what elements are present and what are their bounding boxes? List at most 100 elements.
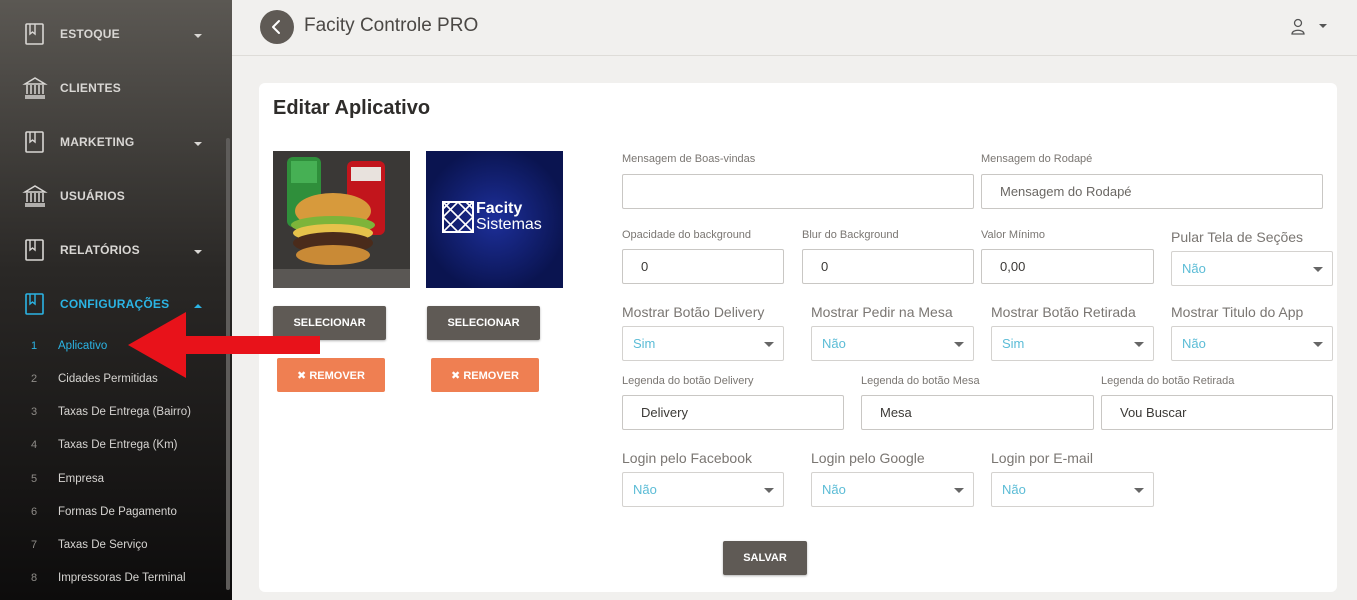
submenu-item-formas-pagamento[interactable]: 6 Formas De Pagamento	[0, 495, 225, 528]
logo-text-line1: Facity	[476, 200, 523, 217]
pickup-button-label: Mostrar Botão Retirada	[991, 304, 1136, 320]
submenu-item-taxas-km[interactable]: 4 Taxas De Entrega (Km)	[0, 428, 225, 461]
submenu-item-impressoras[interactable]: 8 Impressoras De Terminal	[0, 561, 225, 594]
chevron-down-icon	[1134, 342, 1144, 347]
table-caption-input[interactable]: Mesa	[861, 395, 1094, 430]
chevron-down-icon	[764, 342, 774, 347]
select-logo-button[interactable]: SELECIONAR	[427, 306, 540, 340]
submenu-item-taxas-servico[interactable]: 7 Taxas De Serviço	[0, 528, 225, 561]
welcome-message-input[interactable]	[622, 174, 974, 209]
chevron-left-icon	[272, 20, 280, 34]
min-value-label: Valor Mínimo	[981, 229, 1045, 241]
save-button[interactable]: SALVAR	[723, 541, 807, 575]
table-order-value: Não	[822, 336, 846, 351]
delivery-button-value: Sim	[633, 336, 656, 351]
back-button[interactable]	[260, 10, 294, 44]
google-login-value: Não	[822, 482, 846, 497]
pickup-caption-input[interactable]: Vou Buscar	[1101, 395, 1333, 430]
sidebar: ESTOQUE CLIENTES MARKETING USUÁRIOS RELA…	[0, 0, 232, 600]
submenu-number: 6	[31, 505, 38, 518]
submenu-label: Taxas De Serviço	[58, 538, 148, 551]
submenu-number: 4	[31, 438, 38, 451]
chevron-down-icon	[194, 142, 202, 146]
delivery-button-select[interactable]: Sim	[622, 326, 784, 361]
app-title-toggle-select[interactable]: Não	[1171, 326, 1333, 361]
footer-message-label: Mensagem do Rodapé	[981, 153, 1093, 165]
background-image-preview	[273, 151, 410, 288]
chevron-down-icon	[1313, 342, 1323, 347]
book-icon	[25, 293, 44, 315]
chevron-up-icon	[194, 304, 202, 308]
submenu-label: Impressoras De Terminal	[58, 571, 186, 584]
min-value-input[interactable]: 0,00	[981, 249, 1154, 284]
submenu-number: 5	[31, 472, 38, 485]
burger-image	[273, 151, 410, 288]
welcome-message-label: Mensagem de Boas-vindas	[622, 153, 756, 165]
red-arrow-annotation	[128, 312, 320, 378]
menu-item-relatorios[interactable]: RELATÓRIOS	[0, 223, 220, 277]
delivery-caption-label: Legenda do botão Delivery	[622, 375, 754, 387]
background-opacity-label: Opacidade do background	[622, 229, 752, 241]
table-order-label: Mostrar Pedir na Mesa	[811, 304, 953, 320]
chevron-down-icon	[1313, 267, 1323, 272]
chevron-down-icon	[194, 34, 202, 38]
chevron-down-icon	[954, 488, 964, 493]
submenu-item-taxas-bairro[interactable]: 3 Taxas De Entrega (Bairro)	[0, 395, 225, 428]
logo-image-preview: Facity Sistemas	[426, 151, 563, 288]
table-order-select[interactable]: Não	[811, 326, 974, 361]
background-opacity-input[interactable]: 0	[622, 249, 784, 284]
menu-item-usuarios[interactable]: USUÁRIOS	[0, 169, 220, 223]
topbar: Facity Controle PRO	[232, 0, 1357, 56]
delivery-caption-input[interactable]: Delivery	[622, 395, 844, 430]
submenu-number: 2	[31, 372, 38, 385]
email-login-value: Não	[1002, 482, 1026, 497]
google-login-label: Login pelo Google	[811, 450, 925, 466]
footer-message-input[interactable]: Mensagem do Rodapé	[981, 174, 1323, 209]
remove-logo-button[interactable]: ✖ REMOVER	[431, 358, 539, 392]
bank-icon	[22, 77, 48, 99]
submenu-number: 1	[31, 339, 38, 352]
menu-label: RELATÓRIOS	[60, 243, 140, 257]
bank-icon	[22, 185, 48, 207]
background-blur-input[interactable]: 0	[802, 249, 974, 284]
submenu-label: Formas De Pagamento	[58, 505, 177, 518]
submenu-number: 7	[31, 538, 38, 551]
delivery-button-label: Mostrar Botão Delivery	[622, 304, 765, 320]
pickup-button-value: Sim	[1002, 336, 1025, 351]
submenu-label: Empresa	[58, 472, 105, 485]
menu-label: MARKETING	[60, 135, 135, 149]
submenu-item-empresa[interactable]: 5 Empresa	[0, 462, 225, 495]
book-icon	[25, 23, 44, 45]
chevron-down-icon	[764, 488, 774, 493]
pickup-button-select[interactable]: Sim	[991, 326, 1154, 361]
email-login-select[interactable]: Não	[991, 472, 1154, 507]
facebook-login-select[interactable]: Não	[622, 472, 784, 507]
logo-text: Facity Sistemas	[476, 201, 542, 233]
app-title-toggle-label: Mostrar Titulo do App	[1171, 304, 1304, 320]
menu-item-clientes[interactable]: CLIENTES	[0, 61, 220, 115]
book-icon	[25, 131, 44, 153]
email-login-label: Login por E-mail	[991, 450, 1093, 466]
table-caption-label: Legenda do botão Mesa	[861, 375, 980, 387]
user-icon	[1291, 18, 1305, 35]
submenu-label: Taxas De Entrega (Km)	[58, 438, 178, 451]
skip-sections-value: Não	[1182, 261, 1206, 276]
facity-logo-icon	[442, 201, 474, 233]
chevron-down-icon	[1134, 488, 1144, 493]
book-icon	[25, 239, 44, 261]
submenu-label: Taxas De Entrega (Bairro)	[58, 405, 191, 418]
facebook-login-label: Login pelo Facebook	[622, 450, 752, 466]
skip-sections-select[interactable]: Não	[1171, 251, 1333, 286]
submenu-number: 8	[31, 571, 38, 584]
chevron-down-icon	[1319, 24, 1327, 28]
google-login-select[interactable]: Não	[811, 472, 974, 507]
app-title: Facity Controle PRO	[304, 15, 479, 36]
chevron-down-icon	[954, 342, 964, 347]
user-menu[interactable]	[1291, 18, 1327, 40]
menu-label: USUÁRIOS	[60, 189, 125, 203]
menu-label: CLIENTES	[60, 81, 121, 95]
facebook-login-value: Não	[633, 482, 657, 497]
card-title: Editar Aplicativo	[273, 97, 431, 119]
menu-item-estoque[interactable]: ESTOQUE	[0, 7, 220, 61]
menu-item-marketing[interactable]: MARKETING	[0, 115, 220, 169]
